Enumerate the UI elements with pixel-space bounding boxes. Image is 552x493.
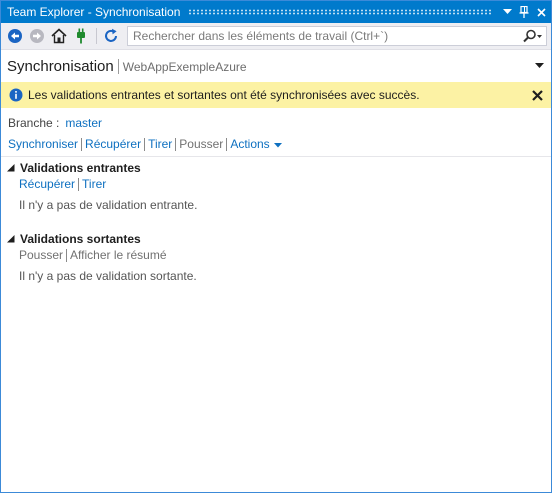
- fetch-link[interactable]: Récupérer: [85, 137, 141, 151]
- link-separator: [66, 248, 68, 262]
- incoming-pull-link[interactable]: Tirer: [82, 177, 106, 191]
- section-divider: [1, 156, 551, 157]
- branch-row: Branche : master: [8, 116, 102, 130]
- link-separator: [175, 137, 177, 151]
- branch-label: Branche :: [8, 116, 60, 130]
- team-explorer-window: Team Explorer - Synchronisation Recherch…: [0, 0, 552, 493]
- info-bar: Les validations entrantes et sortantes o…: [1, 82, 551, 108]
- link-separator: [78, 177, 80, 191]
- synchronize-link[interactable]: Synchroniser: [8, 137, 78, 151]
- collapse-triangle-icon[interactable]: [7, 164, 15, 172]
- incoming-links: Récupérer Tirer: [19, 177, 106, 191]
- collapse-triangle-icon[interactable]: [7, 235, 15, 243]
- link-separator: [144, 137, 146, 151]
- outgoing-push-link: Pousser: [19, 248, 64, 262]
- pull-link[interactable]: Tirer: [148, 137, 172, 151]
- connect-icon[interactable]: [71, 26, 91, 46]
- outgoing-links: Pousser Afficher le résumé: [19, 248, 167, 262]
- outgoing-empty-message: Il n'y a pas de validation sortante.: [19, 269, 197, 283]
- title-bar: Team Explorer - Synchronisation: [1, 1, 551, 23]
- info-message: Les validations entrantes et sortantes o…: [28, 88, 420, 102]
- back-icon[interactable]: [5, 26, 25, 46]
- incoming-section-title: Validations entrantes: [20, 161, 141, 175]
- action-links: Synchroniser Récupérer Tirer Pousser Act…: [8, 137, 282, 151]
- work-item-search-box: [127, 26, 547, 46]
- link-separator: [226, 137, 228, 151]
- actions-menu-link[interactable]: Actions: [230, 137, 269, 151]
- page-header: Synchronisation WebAppExempleAzure: [1, 51, 551, 81]
- drag-grip[interactable]: [188, 9, 492, 15]
- show-summary-link: Afficher le résumé: [70, 248, 167, 262]
- window-menu-dropdown-icon[interactable]: [500, 4, 514, 20]
- push-link: Pousser: [179, 137, 224, 151]
- forward-icon: [27, 26, 47, 46]
- title-separator: [117, 58, 119, 74]
- page-menu-dropdown-icon[interactable]: [533, 61, 545, 71]
- project-name: WebAppExempleAzure: [122, 60, 247, 74]
- search-icon[interactable]: [520, 27, 546, 45]
- outgoing-section-header[interactable]: Validations sortantes: [7, 232, 141, 246]
- refresh-icon[interactable]: [101, 26, 121, 46]
- info-icon: [9, 88, 23, 102]
- toolbar-separator: [96, 28, 97, 44]
- incoming-fetch-link[interactable]: Récupérer: [19, 177, 75, 191]
- chevron-down-icon[interactable]: [273, 137, 282, 151]
- close-icon[interactable]: [530, 88, 544, 102]
- link-separator: [81, 137, 83, 151]
- branch-link[interactable]: master: [65, 116, 102, 130]
- close-window-icon[interactable]: [534, 4, 548, 20]
- pin-icon[interactable]: [517, 4, 531, 20]
- page-title: Synchronisation: [7, 57, 114, 75]
- incoming-empty-message: Il n'y a pas de validation entrante.: [19, 198, 198, 212]
- outgoing-section-title: Validations sortantes: [20, 232, 141, 246]
- home-icon[interactable]: [49, 26, 69, 46]
- window-title: Team Explorer - Synchronisation: [7, 5, 181, 19]
- toolbar: [1, 23, 551, 50]
- incoming-section-header[interactable]: Validations entrantes: [7, 161, 141, 175]
- search-input[interactable]: [128, 27, 520, 45]
